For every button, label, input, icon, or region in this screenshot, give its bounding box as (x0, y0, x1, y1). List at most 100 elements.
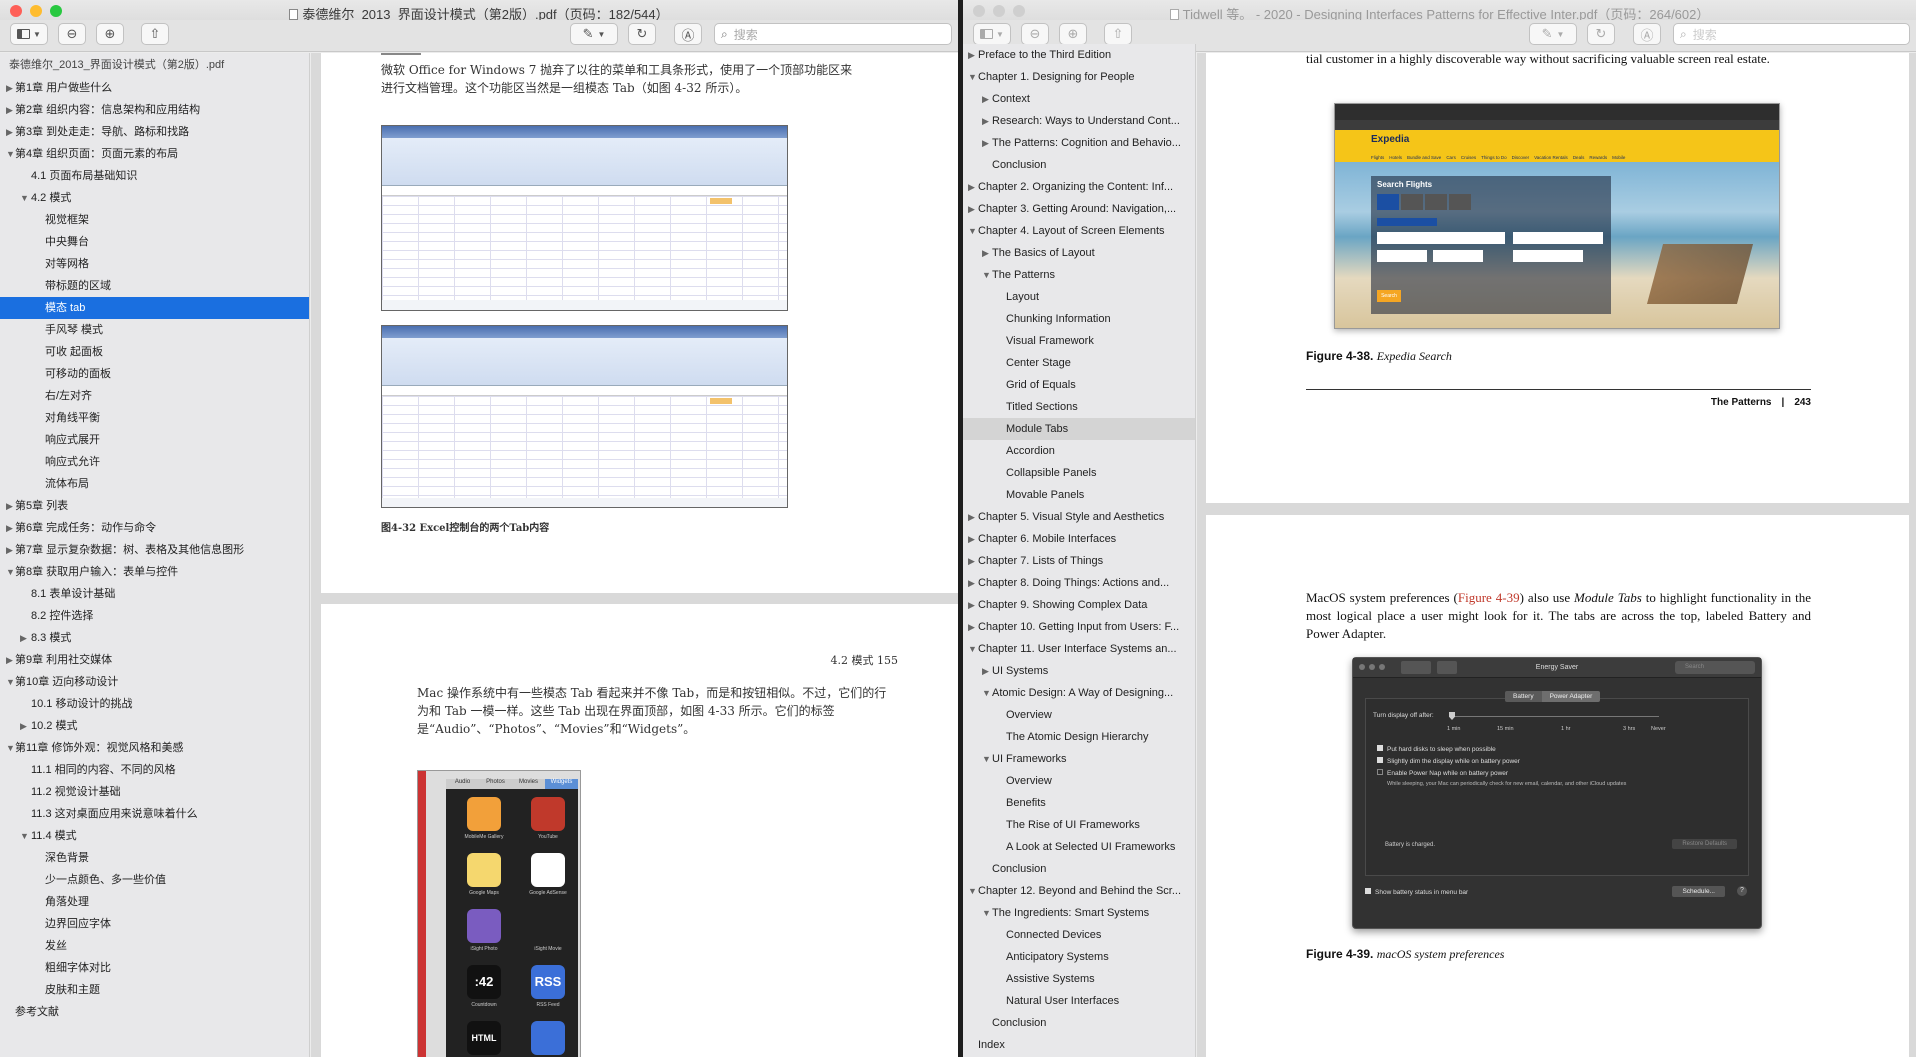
markup-button[interactable]: ✎ ▼ (1529, 23, 1577, 45)
toc-item[interactable]: 深色背景 (0, 847, 309, 869)
zoom-out-button[interactable]: ⊖ (1021, 23, 1049, 45)
toc-item[interactable]: ▶ Chapter 9. Showing Complex Data (963, 594, 1195, 616)
disclosure-expanded-icon[interactable]: ▼ (20, 825, 30, 847)
toc-item[interactable]: ▶ The Patterns: Cognition and Behavio... (963, 132, 1195, 154)
toc-item[interactable]: ▶ Preface to the Third Edition (963, 44, 1195, 66)
annotate-button[interactable]: Ⓐ (1633, 23, 1661, 45)
toc-item[interactable]: 参考文献 (0, 1001, 309, 1023)
toc-item[interactable]: 10.1 移动设计的挑战 (0, 693, 309, 715)
disclosure-expanded-icon[interactable]: ▼ (6, 737, 16, 759)
toc-item[interactable]: ▶ Chapter 6. Mobile Interfaces (963, 528, 1195, 550)
toc-item[interactable]: ▼ The Ingredients: Smart Systems (963, 902, 1195, 924)
share-button[interactable]: ⇧ (1104, 23, 1132, 45)
toc-item[interactable]: ▼ UI Frameworks (963, 748, 1195, 770)
toc-item[interactable]: 8.2 控件选择 (0, 605, 309, 627)
disclosure-collapsed-icon[interactable]: ▶ (6, 649, 16, 671)
toc-item[interactable]: Assistive Systems (963, 968, 1195, 990)
figure-link[interactable]: Figure 4-39 (1458, 590, 1520, 605)
disclosure-collapsed-icon[interactable]: ▶ (968, 198, 978, 220)
toc-item[interactable]: ▶ 第6章 完成任务：动作与命令 (0, 517, 309, 539)
toc-item[interactable]: 模态 tab (0, 297, 309, 319)
disclosure-collapsed-icon[interactable]: ▶ (968, 506, 978, 528)
toc-item[interactable]: 可移动的面板 (0, 363, 309, 385)
toc-item[interactable]: ▶ Research: Ways to Understand Cont... (963, 110, 1195, 132)
toc-item[interactable]: Accordion (963, 440, 1195, 462)
toc-item[interactable]: ▼ 第11章 修饰外观：视觉风格和美感 (0, 737, 309, 759)
toc-item[interactable]: Movable Panels (963, 484, 1195, 506)
toc-item[interactable]: 角落处理 (0, 891, 309, 913)
disclosure-collapsed-icon[interactable]: ▶ (968, 550, 978, 572)
toc-item[interactable]: The Rise of UI Frameworks (963, 814, 1195, 836)
toc-item[interactable]: 右/左对齐 (0, 385, 309, 407)
document-view[interactable]: tial customer in a highly discoverable w… (1197, 53, 1916, 1057)
toc-item[interactable]: ▶ 第9章 利用社交媒体 (0, 649, 309, 671)
toc-item[interactable]: ▶ 8.3 模式 (0, 627, 309, 649)
toc-item[interactable]: 响应式展开 (0, 429, 309, 451)
toc-item[interactable]: 带标题的区域 (0, 275, 309, 297)
disclosure-collapsed-icon[interactable]: ▶ (6, 121, 16, 143)
toc-item[interactable]: Module Tabs (963, 418, 1195, 440)
disclosure-expanded-icon[interactable]: ▼ (982, 264, 992, 286)
toc-item[interactable]: 响应式允许 (0, 451, 309, 473)
toc-item[interactable]: 发丝 (0, 935, 309, 957)
toc-item[interactable]: ▼ Chapter 11. User Interface Systems an..… (963, 638, 1195, 660)
toc-item[interactable]: ▼ 第4章 组织页面：页面元素的布局 (0, 143, 309, 165)
toc-item[interactable]: 中央舞台 (0, 231, 309, 253)
toc-item[interactable]: ▶ Chapter 7. Lists of Things (963, 550, 1195, 572)
toc-item[interactable]: ▶ 第5章 列表 (0, 495, 309, 517)
disclosure-collapsed-icon[interactable]: ▶ (968, 594, 978, 616)
disclosure-expanded-icon[interactable]: ▼ (982, 902, 992, 924)
disclosure-collapsed-icon[interactable]: ▶ (6, 77, 16, 99)
disclosure-collapsed-icon[interactable]: ▶ (968, 616, 978, 638)
markup-button[interactable]: ✎ ▼ (570, 23, 618, 45)
disclosure-collapsed-icon[interactable]: ▶ (968, 44, 978, 66)
toc-item[interactable]: ▶ Chapter 2. Organizing the Content: Inf.… (963, 176, 1195, 198)
disclosure-expanded-icon[interactable]: ▼ (20, 187, 30, 209)
annotate-button[interactable]: Ⓐ (674, 23, 702, 45)
disclosure-collapsed-icon[interactable]: ▶ (20, 715, 30, 737)
toc-item[interactable]: 边界回应字体 (0, 913, 309, 935)
zoom-in-button[interactable]: ⊕ (1059, 23, 1087, 45)
disclosure-expanded-icon[interactable]: ▼ (6, 143, 16, 165)
toc-item[interactable]: Conclusion (963, 154, 1195, 176)
toc-item[interactable]: ▼ 4.2 模式 (0, 187, 309, 209)
toc-item[interactable]: Benefits (963, 792, 1195, 814)
toc-item[interactable]: 4.1 页面布局基础知识 (0, 165, 309, 187)
toc-item[interactable]: Connected Devices (963, 924, 1195, 946)
toc-item[interactable]: 11.1 相同的内容、不同的风格 (0, 759, 309, 781)
toc-item[interactable]: 视觉框架 (0, 209, 309, 231)
toc-item[interactable]: ▶ 第1章 用户做些什么 (0, 77, 309, 99)
rotate-button[interactable]: ↻ (1587, 23, 1615, 45)
toc-item[interactable]: 粗细字体对比 (0, 957, 309, 979)
toc-item[interactable]: ▶ 10.2 模式 (0, 715, 309, 737)
toc-item[interactable]: ▶ 第3章 到处走走：导航、路标和找路 (0, 121, 309, 143)
zoom-out-button[interactable]: ⊖ (58, 23, 86, 45)
disclosure-expanded-icon[interactable]: ▼ (968, 880, 978, 902)
toc-item[interactable]: ▶ UI Systems (963, 660, 1195, 682)
disclosure-expanded-icon[interactable]: ▼ (968, 220, 978, 242)
search-input[interactable]: ⌕ 搜索 (1673, 23, 1910, 45)
disclosure-collapsed-icon[interactable]: ▶ (982, 110, 992, 132)
toc-item[interactable]: ▶ Chapter 10. Getting Input from Users: F… (963, 616, 1195, 638)
toc-item[interactable]: 少一点颜色、多一些价值 (0, 869, 309, 891)
disclosure-collapsed-icon[interactable]: ▶ (6, 99, 16, 121)
toc-item[interactable]: ▼ Chapter 4. Layout of Screen Elements (963, 220, 1195, 242)
toc-item[interactable]: 手风琴 模式 (0, 319, 309, 341)
toc-item[interactable]: ▼ 第10章 迈向移动设计 (0, 671, 309, 693)
toc-item[interactable]: A Look at Selected UI Frameworks (963, 836, 1195, 858)
toc-item[interactable]: ▼ The Patterns (963, 264, 1195, 286)
toc-item[interactable]: Center Stage (963, 352, 1195, 374)
toc-item[interactable]: 8.1 表单设计基础 (0, 583, 309, 605)
disclosure-collapsed-icon[interactable]: ▶ (968, 572, 978, 594)
toc-item[interactable]: Index (963, 1034, 1195, 1056)
disclosure-collapsed-icon[interactable]: ▶ (6, 495, 16, 517)
disclosure-collapsed-icon[interactable]: ▶ (6, 517, 16, 539)
disclosure-collapsed-icon[interactable]: ▶ (982, 132, 992, 154)
toc-item[interactable]: ▼ Atomic Design: A Way of Designing... (963, 682, 1195, 704)
share-button[interactable]: ⇧ (141, 23, 169, 45)
toc-item[interactable]: ▶ 第2章 组织内容：信息架构和应用结构 (0, 99, 309, 121)
toc-item[interactable]: 对角线平衡 (0, 407, 309, 429)
toc-item[interactable]: Natural User Interfaces (963, 990, 1195, 1012)
toc-item[interactable]: ▼ Chapter 12. Beyond and Behind the Scr..… (963, 880, 1195, 902)
search-input[interactable]: ⌕ 搜索 (714, 23, 952, 45)
